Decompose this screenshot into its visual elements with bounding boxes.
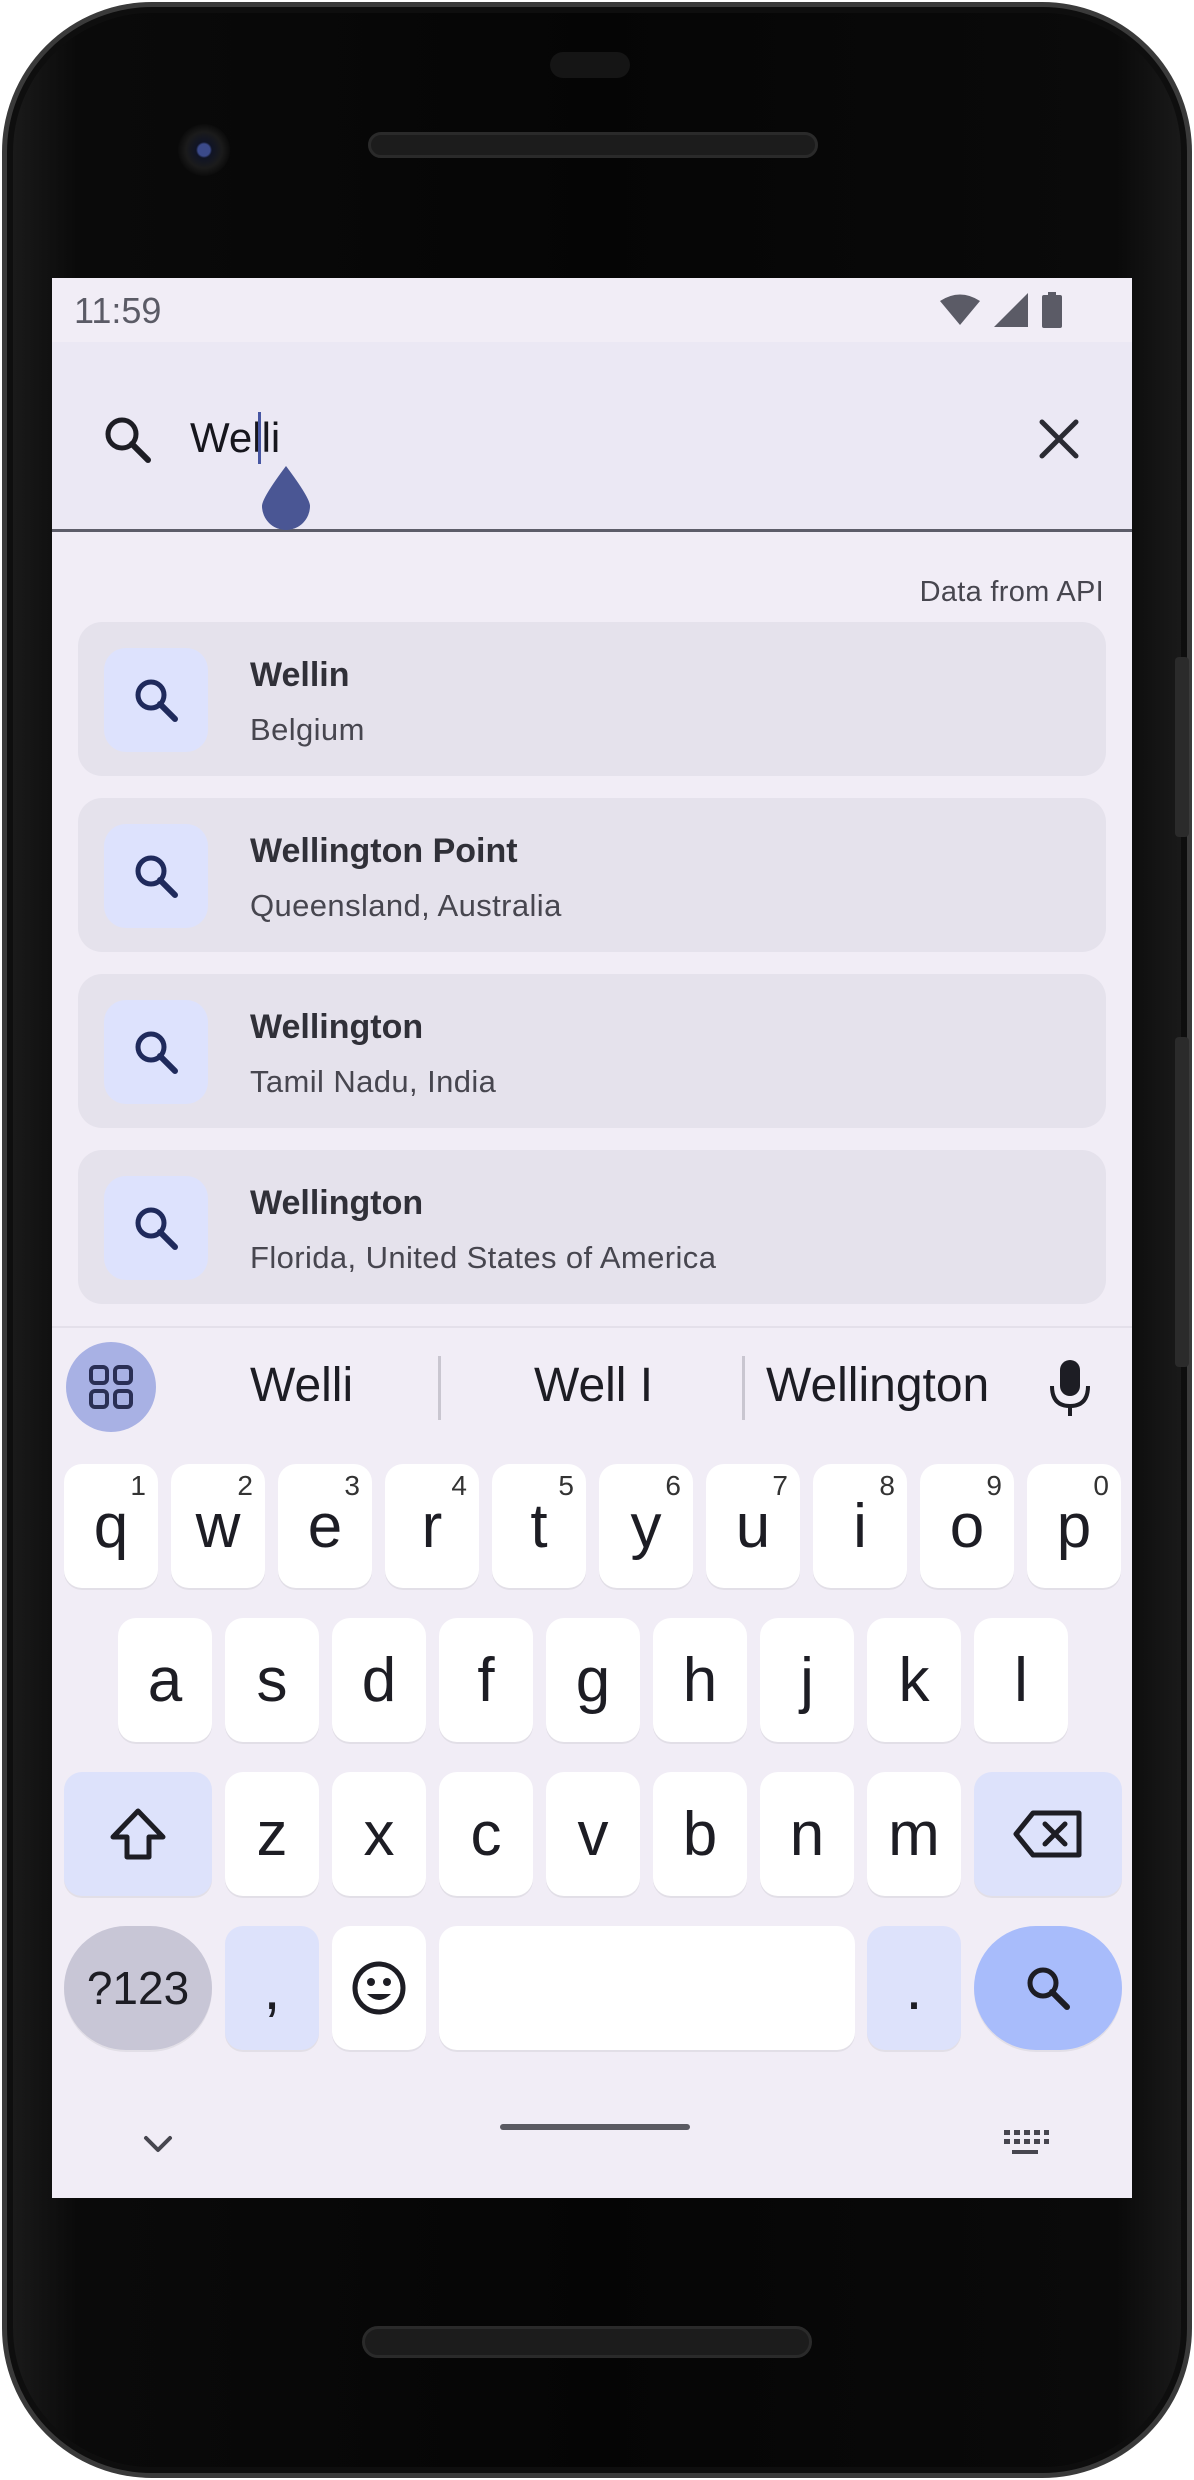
results-list: Data from API Wellin Belgium Wellington … (52, 532, 1132, 1326)
search-action-key[interactable] (974, 1926, 1122, 2050)
status-time: 11:59 (74, 290, 162, 331)
key-o[interactable]: o9 (920, 1464, 1014, 1588)
keyboard-apps-button[interactable] (66, 1342, 156, 1432)
text-cursor (258, 412, 261, 464)
search-icon (135, 1031, 178, 1074)
result-icon-box (104, 648, 208, 752)
key-l[interactable]: l (974, 1618, 1068, 1742)
status-icons (940, 290, 1062, 330)
keyboard-switch-icon[interactable] (1000, 2126, 1050, 2162)
key-q[interactable]: q1 (64, 1464, 158, 1588)
sensor-slot (550, 52, 630, 78)
emoji-key[interactable] (332, 1926, 426, 2050)
symbols-key[interactable]: ?123 (64, 1926, 212, 2050)
front-camera (178, 124, 230, 176)
key-w[interactable]: w2 (171, 1464, 265, 1588)
result-card[interactable]: Wellington Florida, United States of Ame… (78, 1150, 1106, 1304)
comma-key[interactable]: , (225, 1926, 319, 2050)
result-icon-box (104, 1000, 208, 1104)
key-p[interactable]: p0 (1027, 1464, 1121, 1588)
search-input[interactable]: Welli (190, 414, 280, 462)
backspace-icon (1013, 1810, 1082, 1858)
data-source-label: Data from API (919, 576, 1104, 608)
key-g[interactable]: g (546, 1618, 640, 1742)
bottom-speaker (362, 2326, 812, 2358)
result-title: Wellington (250, 1184, 424, 1222)
key-n[interactable]: n (760, 1772, 854, 1896)
grid-icon (89, 1365, 133, 1409)
search-icon (135, 855, 178, 898)
navigation-handle[interactable] (500, 2124, 690, 2130)
soft-keyboard: Welli Well I Wellington q1 w2 e3 r4 t5 y… (52, 1326, 1132, 2198)
result-icon-box (104, 824, 208, 928)
key-a[interactable]: a (118, 1618, 212, 1742)
cursor-handle[interactable] (258, 464, 314, 532)
shift-icon (110, 1808, 166, 1860)
suggestion-divider (438, 1356, 441, 1420)
result-title: Wellington (250, 1008, 424, 1046)
screen: 11:59 Welli Data from API Wellin Belgium… (52, 278, 1132, 2198)
suggestion-item[interactable]: Well I (534, 1358, 653, 1413)
backspace-key[interactable] (974, 1772, 1122, 1896)
result-subtitle: Belgium (250, 712, 365, 747)
suggestion-strip: Welli Well I Wellington (52, 1328, 1132, 1448)
result-subtitle: Queensland, Australia (250, 888, 562, 923)
emoji-icon (352, 1961, 406, 2015)
result-title: Wellin (250, 656, 350, 694)
key-d[interactable]: d (332, 1618, 426, 1742)
key-x[interactable]: x (332, 1772, 426, 1896)
key-k[interactable]: k (867, 1618, 961, 1742)
key-e[interactable]: e3 (278, 1464, 372, 1588)
key-u[interactable]: u7 (706, 1464, 800, 1588)
volume-button (1175, 1037, 1189, 1367)
period-key[interactable]: . (867, 1926, 961, 2050)
key-r[interactable]: r4 (385, 1464, 479, 1588)
key-b[interactable]: b (653, 1772, 747, 1896)
suggestion-item[interactable]: Wellington (766, 1358, 989, 1413)
key-s[interactable]: s (225, 1618, 319, 1742)
search-icon[interactable] (100, 412, 156, 468)
result-subtitle: Tamil Nadu, India (250, 1064, 497, 1099)
suggestion-divider (742, 1356, 745, 1420)
signal-icon (994, 293, 1028, 327)
key-v[interactable]: v (546, 1772, 640, 1896)
result-title: Wellington Point (250, 832, 518, 870)
status-bar: 11:59 (52, 278, 1132, 342)
key-c[interactable]: c (439, 1772, 533, 1896)
microphone-icon[interactable] (1048, 1358, 1092, 1418)
space-key[interactable] (439, 1926, 855, 2050)
power-button (1175, 657, 1189, 837)
battery-icon (1042, 292, 1062, 328)
shift-key[interactable] (64, 1772, 212, 1896)
hide-keyboard-chevron-icon[interactable] (138, 2128, 178, 2158)
result-card[interactable]: Wellington Tamil Nadu, India (78, 974, 1106, 1128)
search-icon (135, 679, 178, 722)
key-t[interactable]: t5 (492, 1464, 586, 1588)
wifi-icon (940, 294, 980, 325)
result-card[interactable]: Wellin Belgium (78, 622, 1106, 776)
search-icon (1027, 1967, 1070, 2010)
result-subtitle: Florida, United States of America (250, 1240, 717, 1275)
key-i[interactable]: i8 (813, 1464, 907, 1588)
search-icon (135, 1207, 178, 1250)
result-icon-box (104, 1176, 208, 1280)
suggestion-item[interactable]: Welli (250, 1358, 353, 1413)
key-f[interactable]: f (439, 1618, 533, 1742)
key-h[interactable]: h (653, 1618, 747, 1742)
result-card[interactable]: Wellington Point Queensland, Australia (78, 798, 1106, 952)
top-speaker (368, 132, 818, 158)
key-m[interactable]: m (867, 1772, 961, 1896)
key-y[interactable]: y6 (599, 1464, 693, 1588)
search-bar: Welli (52, 342, 1132, 532)
close-icon[interactable] (1034, 414, 1084, 464)
key-j[interactable]: j (760, 1618, 854, 1742)
key-z[interactable]: z (225, 1772, 319, 1896)
